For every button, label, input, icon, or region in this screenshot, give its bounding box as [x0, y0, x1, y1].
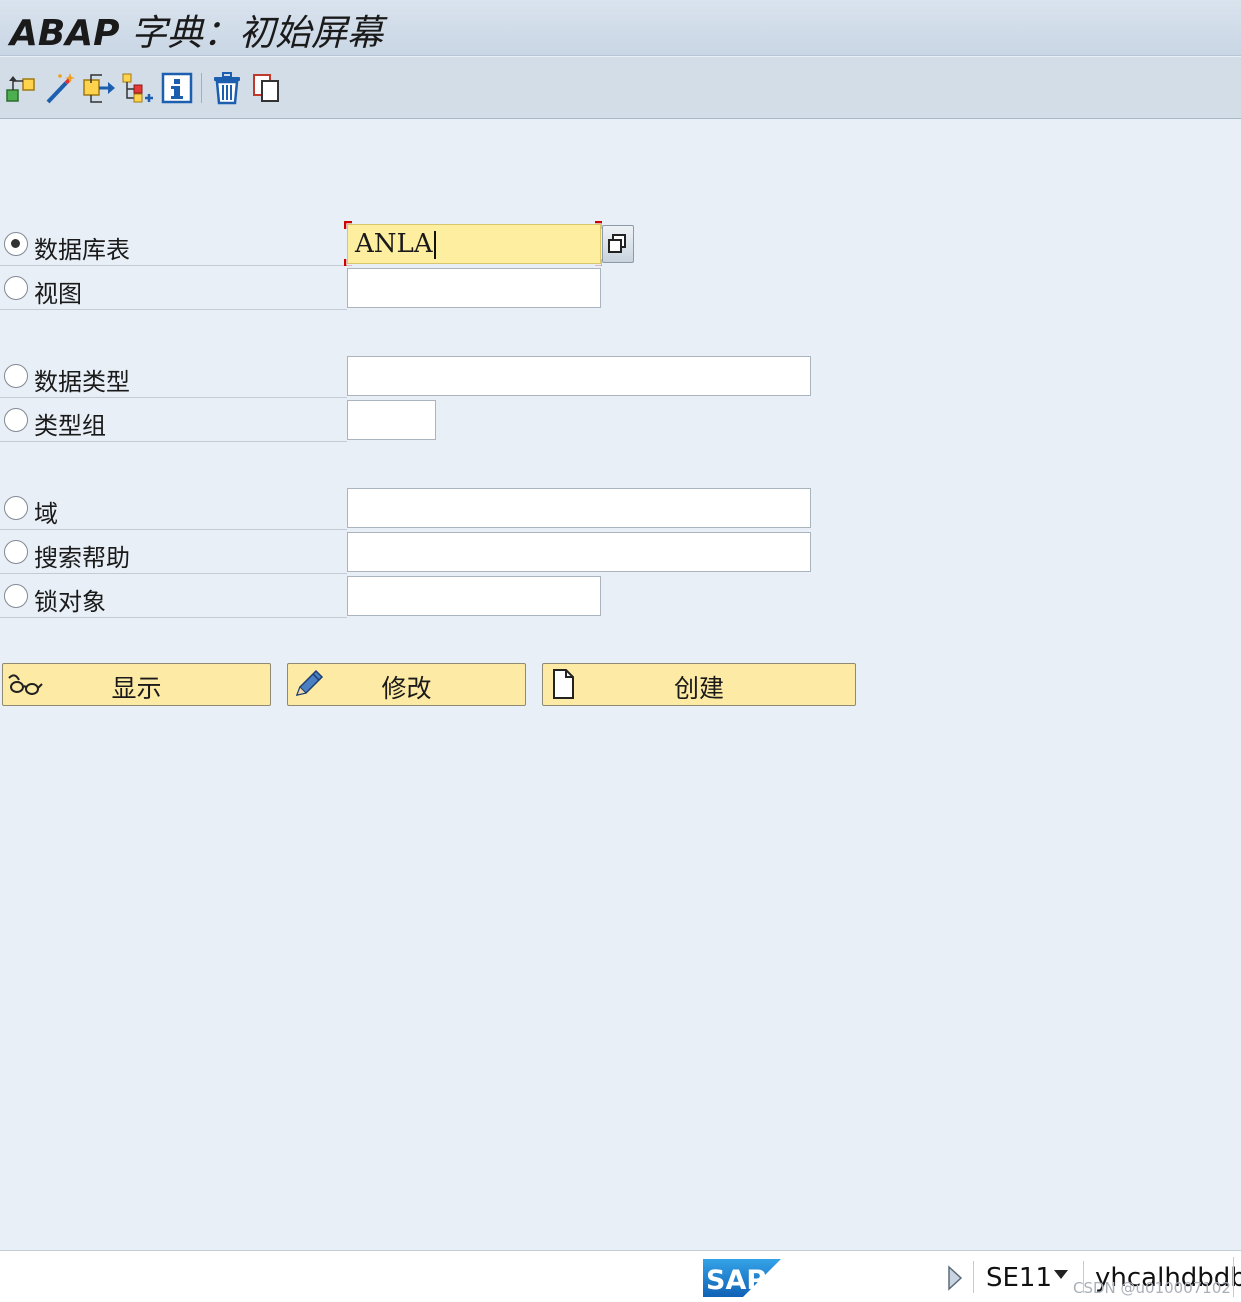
- copy-icon[interactable]: [250, 71, 284, 105]
- database-table-input[interactable]: ANLA: [347, 224, 601, 264]
- domain-input[interactable]: [347, 488, 811, 528]
- radio-data-type[interactable]: [4, 364, 28, 388]
- display-button[interactable]: 显示: [2, 663, 271, 706]
- label-type-group: 类型组: [34, 412, 106, 440]
- text-cursor: [433, 231, 436, 259]
- change-button[interactable]: 修改: [287, 663, 526, 706]
- expand-status-icon[interactable]: [946, 1265, 964, 1291]
- label-domain: 域: [34, 500, 58, 528]
- focus-corner: [344, 221, 352, 229]
- label-view: 视图: [34, 280, 82, 308]
- value-help-icon: [608, 234, 626, 253]
- radio-domain[interactable]: [4, 496, 28, 520]
- label-data-type: 数据类型: [34, 368, 130, 396]
- sap-logo: SAP: [703, 1259, 781, 1297]
- row-divider: [0, 617, 347, 618]
- radio-search-help[interactable]: [4, 540, 28, 564]
- status-bar: SAP SE11 yhcalhdbdb CSDN @u010007102: [0, 1250, 1241, 1302]
- focus-corner: [595, 221, 602, 229]
- chevron-down-icon[interactable]: [1053, 1269, 1069, 1281]
- watermark: CSDN @u010007102: [1073, 1279, 1231, 1297]
- search-help-input[interactable]: [347, 532, 811, 572]
- delete-icon[interactable]: [210, 71, 244, 105]
- label-search-help: 搜索帮助: [34, 544, 130, 572]
- option-row-search-help: 搜索帮助: [0, 530, 347, 574]
- focus-corner: [344, 259, 352, 266]
- option-row-view: 视图: [0, 266, 347, 310]
- option-row-lock-object: 锁对象: [0, 574, 347, 618]
- option-row-domain: 域: [0, 486, 347, 530]
- application-toolbar: [0, 57, 1241, 119]
- radio-type-group[interactable]: [4, 408, 28, 432]
- option-row-data-type: 数据类型: [0, 354, 347, 398]
- other-object-icon[interactable]: [5, 71, 39, 105]
- data-type-input[interactable]: [347, 356, 811, 396]
- focus-corner: [595, 259, 602, 266]
- create-button-label: 创建: [673, 674, 724, 703]
- hierarchy-icon[interactable]: [120, 71, 154, 105]
- radio-database-table[interactable]: [4, 232, 28, 256]
- sap-logo-text: SAP: [706, 1265, 766, 1296]
- row-divider: [0, 441, 347, 442]
- status-separator: [973, 1261, 974, 1293]
- row-divider: [0, 309, 347, 310]
- option-row-type-group: 类型组: [0, 398, 347, 442]
- status-separator: [1233, 1257, 1234, 1297]
- radio-lock-object[interactable]: [4, 584, 28, 608]
- wizard-icon[interactable]: [44, 71, 78, 105]
- value-help-button[interactable]: [602, 225, 634, 263]
- window-title-prefix: ABAP: [10, 13, 120, 54]
- radio-view[interactable]: [4, 276, 28, 300]
- where-used-icon[interactable]: [82, 71, 116, 105]
- window-title-rest: 字典：初始屏幕: [119, 13, 383, 54]
- label-lock-object: 锁对象: [34, 588, 106, 616]
- option-row-database-table: 数据库表: [0, 222, 347, 266]
- label-database-table: 数据库表: [34, 236, 130, 264]
- display-button-label: 显示: [111, 674, 162, 703]
- toolbar-separator: [201, 73, 202, 103]
- type-group-input[interactable]: [347, 400, 436, 440]
- view-input[interactable]: [347, 268, 601, 308]
- title-bar: ABAP 字典：初始屏幕: [0, 0, 1241, 56]
- create-button[interactable]: 创建: [542, 663, 856, 706]
- transaction-code: SE11: [986, 1263, 1053, 1293]
- info-icon[interactable]: [160, 71, 194, 105]
- change-button-label: 修改: [381, 674, 432, 703]
- database-table-value: ANLA: [355, 229, 433, 259]
- window-title: ABAP 字典：初始屏幕: [10, 4, 383, 56]
- lock-object-input[interactable]: [347, 576, 601, 616]
